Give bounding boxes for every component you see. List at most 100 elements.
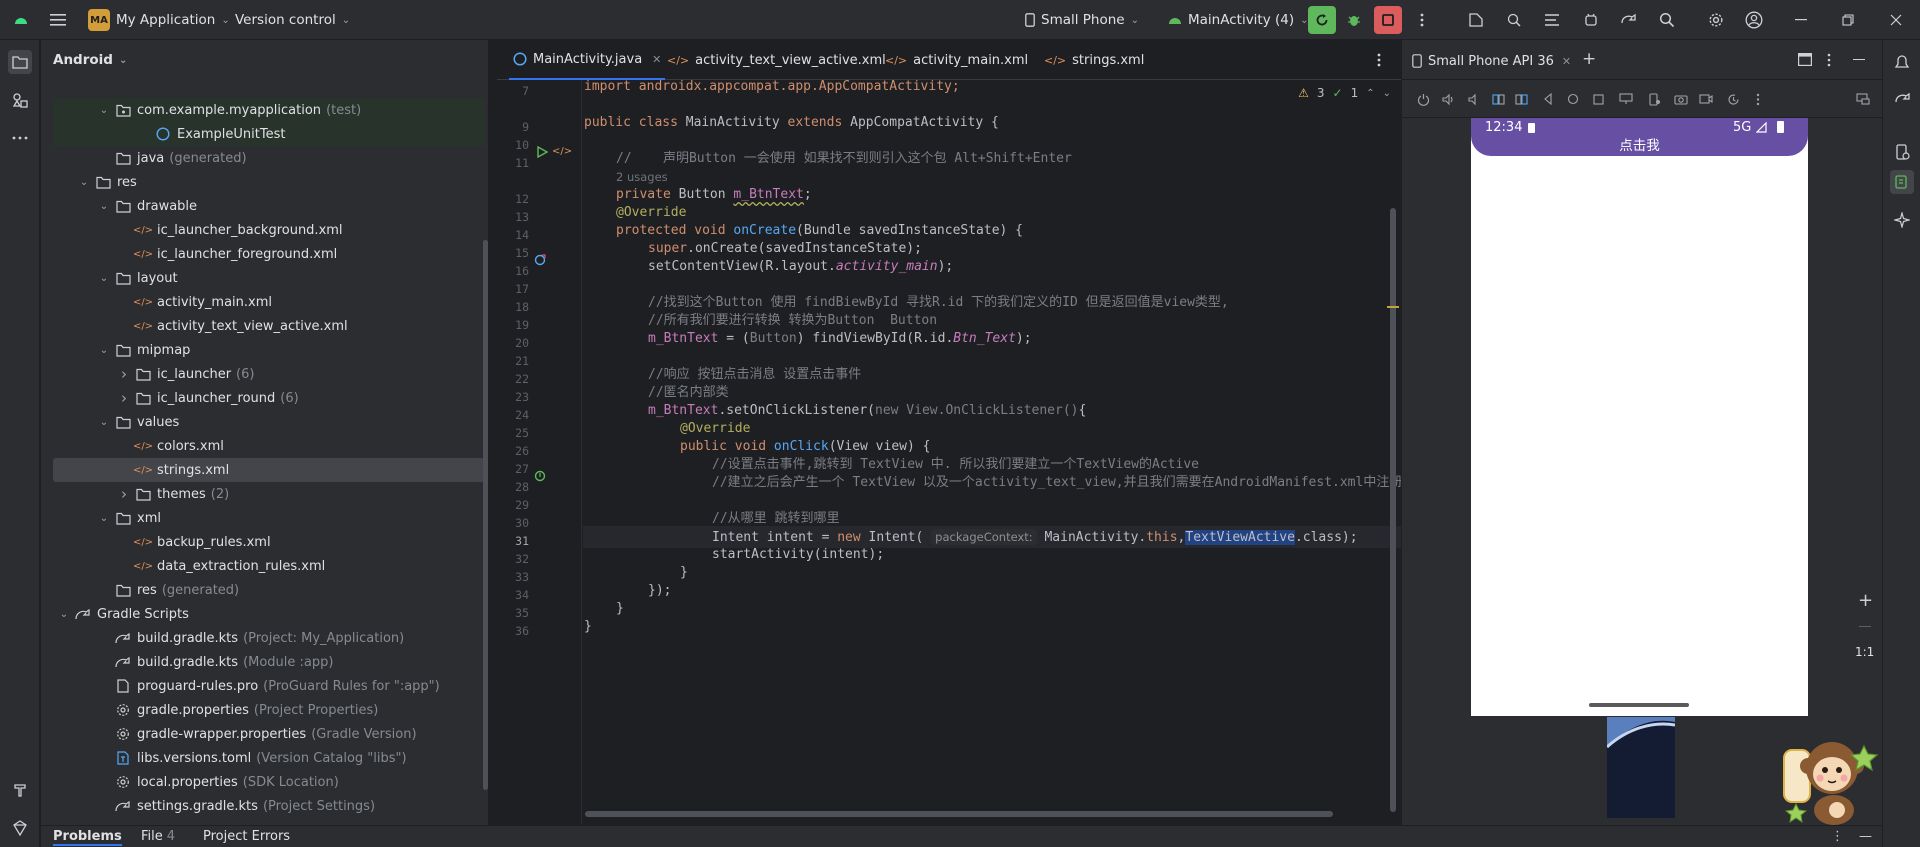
zoom-in-icon[interactable]: + [1858, 590, 1873, 611]
chevron-down-icon[interactable]: ⌄ [97, 513, 111, 524]
xml-link-gutter-icon[interactable]: </> [552, 146, 572, 157]
tree-item[interactable]: proguard-rules.pro (ProGuard Rules for ":… [53, 674, 485, 698]
chevron-right-icon[interactable]: › [117, 485, 131, 503]
account-icon[interactable] [1743, 9, 1765, 31]
run-config-selector[interactable]: MainActivity (4) ⌄ [1168, 0, 1309, 40]
chevron-down-icon[interactable]: ⌄ [77, 177, 91, 188]
click-me-button[interactable]: 点击我 [1471, 134, 1808, 154]
gemini-icon[interactable] [1890, 88, 1914, 112]
resource-manager-icon[interactable] [8, 88, 32, 112]
tree-item[interactable]: › ic_launcher (6) [53, 362, 485, 386]
tree-item[interactable]: local.properties (SDK Location) [53, 770, 485, 794]
tab-mainactivity-java[interactable]: MainActivity.java ✕ [509, 40, 666, 80]
tree-item[interactable]: ⌄ com.example.myapplication (test) [53, 98, 485, 122]
add-device-icon[interactable]: + [1582, 49, 1596, 69]
tree-item[interactable]: </> ic_launcher_foreground.xml [53, 242, 485, 266]
tree-item[interactable]: build.gradle.kts (Project: My_Application… [53, 626, 485, 650]
chevron-right-icon[interactable]: › [117, 389, 131, 407]
gradle-sync-icon[interactable] [1618, 9, 1640, 31]
tree-item[interactable]: › ic_launcher_round (6) [53, 386, 485, 410]
debug-icon[interactable] [1343, 9, 1365, 31]
tree-item[interactable]: </> backup_rules.xml [53, 530, 485, 554]
chevron-down-icon[interactable]: ⌄ [97, 105, 111, 116]
mirror-settings-icon[interactable] [1854, 90, 1872, 108]
problems-tab[interactable]: Problems [53, 829, 122, 846]
bottom-hide-icon[interactable]: — [1859, 829, 1872, 844]
close-icon[interactable] [1885, 9, 1907, 31]
volume-down-icon[interactable] [1464, 90, 1482, 108]
stop-icon[interactable] [1374, 6, 1402, 34]
tab-activity-text-view-active-xml[interactable]: </> activity_text_view_active.xml [667, 40, 886, 80]
power-icon[interactable] [1414, 90, 1432, 108]
extended-controls-icon[interactable] [1749, 90, 1767, 108]
close-tab-icon[interactable]: ✕ [652, 53, 661, 66]
rerun-icon[interactable] [1308, 6, 1336, 34]
minimize-icon[interactable] [1790, 9, 1812, 31]
volume-up-icon[interactable] [1439, 90, 1457, 108]
tree-item[interactable]: </> strings.xml [53, 458, 485, 482]
editor-vertical-scrollbar[interactable] [1390, 208, 1396, 812]
tree-item[interactable]: ⌄ res [53, 170, 485, 194]
tree-item[interactable]: ⌄ mipmap [53, 338, 485, 362]
gesture-handle[interactable] [1589, 703, 1689, 707]
more-tools-icon[interactable] [8, 126, 32, 150]
zoom-out-icon[interactable] [1859, 626, 1871, 628]
more-actions-icon[interactable] [1411, 9, 1433, 31]
tree-item[interactable]: gradle-wrapper.properties (Gradle Version… [53, 722, 485, 746]
device-manager-icon[interactable] [1890, 140, 1914, 164]
device-properties-icon[interactable] [1645, 90, 1663, 108]
tree-item[interactable]: ⌄ drawable [53, 194, 485, 218]
app-inspection-icon[interactable] [1503, 9, 1525, 31]
rotate-left-icon[interactable] [1489, 90, 1507, 108]
notifications-icon[interactable] [1890, 50, 1914, 74]
settings-gear-icon[interactable] [1705, 9, 1727, 31]
tree-item[interactable]: ⌄ values [53, 410, 485, 434]
tree-item[interactable]: </> ic_launcher_background.xml [53, 218, 485, 242]
chevron-down-icon[interactable]: ⌄ [57, 609, 71, 620]
tree-item[interactable]: gradle.properties (Project Properties) [53, 698, 485, 722]
tree-item[interactable]: res (generated) [53, 578, 485, 602]
chevron-down-icon[interactable]: ⌄ [97, 345, 111, 356]
tree-item[interactable]: </> data_extraction_rules.xml [53, 554, 485, 578]
build-hammer-icon[interactable] [8, 778, 32, 802]
override-gutter-icon[interactable] [534, 254, 546, 266]
search-icon[interactable] [1656, 9, 1678, 31]
overview-icon[interactable] [1589, 90, 1607, 108]
ai-sparkle-icon[interactable] [1890, 208, 1914, 232]
inspection-widget[interactable]: ⚠ 3 ✓ 1 ⌃ ⌄ [1298, 86, 1391, 100]
chevron-right-icon[interactable]: › [117, 365, 131, 383]
device-screen[interactable]: 12:34 5G 点击我 [1471, 118, 1808, 716]
version-control-icon[interactable] [8, 816, 32, 840]
tree-item[interactable]: ExampleUnitTest [53, 122, 485, 146]
back-icon[interactable] [1539, 90, 1557, 108]
device-mirroring-icon[interactable] [1465, 9, 1487, 31]
panel-options-icon[interactable] [1827, 53, 1831, 67]
run-gutter-icon[interactable] [537, 146, 548, 158]
project-scrollbar[interactable] [483, 240, 488, 790]
device-selector[interactable]: Small Phone ⌄ [1025, 0, 1139, 40]
problems-file-tab[interactable]: File 4 [141, 829, 175, 844]
tree-item[interactable]: ⌄ xml [53, 506, 485, 530]
sdk-manager-icon[interactable] [1580, 9, 1602, 31]
implement-gutter-icon[interactable] [534, 470, 546, 482]
project-switcher[interactable]: MA My Application ⌄ [88, 0, 230, 40]
tab-activity-main-xml[interactable]: </> activity_main.xml [885, 40, 1028, 80]
home-icon[interactable] [1564, 90, 1582, 108]
vcs-menu[interactable]: Version control ⌄ [235, 0, 350, 40]
warning-stripe-marker[interactable] [1387, 306, 1399, 308]
tree-item[interactable]: ⌄ layout [53, 266, 485, 290]
chevron-down-icon[interactable]: ⌄ [97, 273, 111, 284]
restore-icon[interactable] [1837, 9, 1859, 31]
tree-item[interactable]: › themes (2) [53, 482, 485, 506]
layout-icon[interactable] [1798, 53, 1812, 66]
hide-panel-icon[interactable] [1853, 59, 1865, 61]
chevron-down-icon[interactable]: ⌄ [97, 417, 111, 428]
fold-icon[interactable] [1617, 90, 1635, 108]
tree-item[interactable]: </> activity_main.xml [53, 290, 485, 314]
project-folder-icon[interactable] [8, 50, 32, 74]
running-devices-icon[interactable] [1890, 170, 1914, 194]
screenshot-icon[interactable] [1672, 90, 1690, 108]
snapshot-icon[interactable] [1724, 90, 1742, 108]
screen-record-icon[interactable] [1697, 90, 1715, 108]
project-view-selector[interactable]: Android ⌄ [41, 40, 489, 80]
